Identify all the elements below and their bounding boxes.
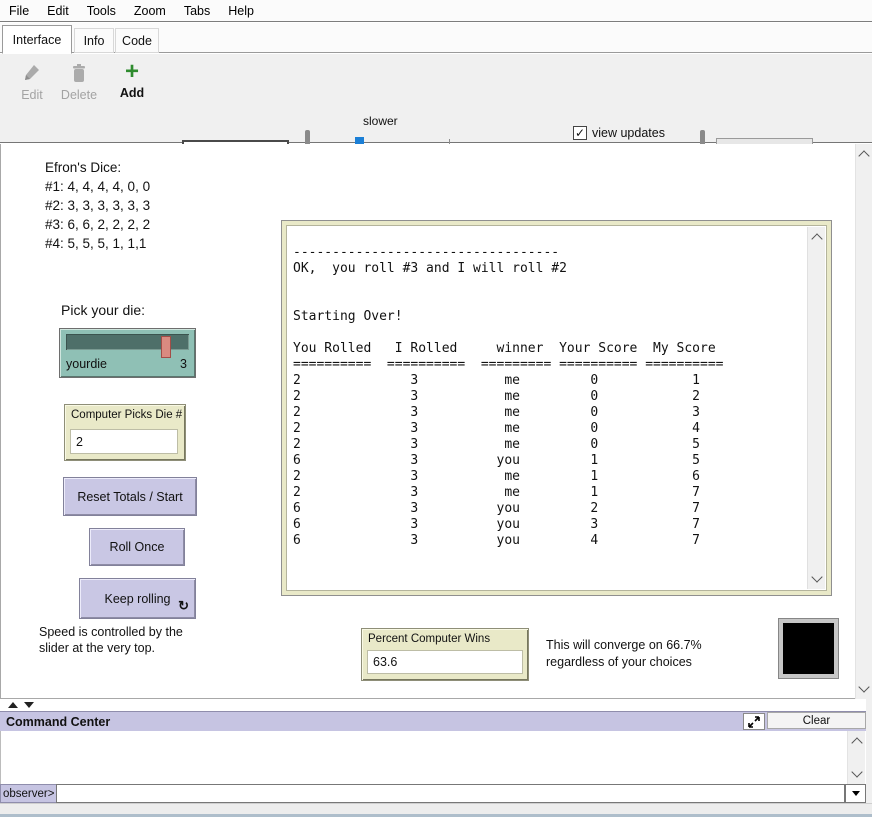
menu-tabs[interactable]: Tabs (175, 2, 219, 20)
tab-interface[interactable]: Interface (2, 25, 72, 54)
command-history-button[interactable] (845, 784, 866, 803)
computer-picks-die-value: 2 (70, 429, 178, 454)
triangle-up-icon[interactable] (8, 702, 18, 708)
yourdie-slider[interactable]: yourdie 3 (59, 328, 196, 378)
interface-canvas: Efron's Dice: #1: 4, 4, 4, 4, 0, 0 #2: 3… (0, 144, 872, 699)
scroll-up-icon[interactable] (858, 150, 869, 161)
output-text: ---------------------------------- OK, y… (293, 229, 804, 588)
tab-code[interactable]: Code (115, 28, 159, 53)
speed-note: Speed is controlled by the slider at the… (39, 624, 183, 656)
expand-button[interactable] (743, 713, 765, 730)
speed-slider-label: slower (363, 114, 398, 128)
forever-icon: ↻ (178, 598, 189, 614)
view-updates-control: ✓ view updates (573, 126, 665, 140)
yourdie-slider-value: 3 (180, 357, 187, 371)
dice-note: Efron's Dice: #1: 4, 4, 4, 4, 0, 0 #2: 3… (45, 158, 150, 253)
pick-your-die-label: Pick your die: (61, 302, 145, 318)
menu-tools[interactable]: Tools (78, 2, 125, 20)
reset-totals-button[interactable]: Reset Totals / Start (63, 477, 197, 516)
computer-picks-die-monitor: Computer Picks Die # 2 (64, 404, 186, 461)
triangle-down-icon (852, 791, 860, 796)
triangle-down-icon[interactable] (24, 702, 34, 708)
right-gutter (866, 699, 872, 803)
plus-icon: + (125, 61, 139, 83)
scroll-up-icon[interactable] (851, 737, 862, 748)
view-updates-label: view updates (592, 126, 665, 140)
pencil-icon (22, 63, 42, 85)
menu-help[interactable]: Help (219, 2, 263, 20)
yourdie-slider-handle[interactable] (161, 336, 171, 358)
observer-prompt: observer> (0, 784, 56, 803)
roll-once-button[interactable]: Roll Once (89, 528, 185, 566)
scroll-down-icon[interactable] (811, 571, 822, 582)
trash-icon (70, 63, 88, 85)
edit-button[interactable]: Edit (12, 63, 52, 102)
scroll-down-icon[interactable] (851, 766, 862, 777)
menu-edit[interactable]: Edit (38, 2, 78, 20)
command-center-title: Command Center (0, 715, 110, 729)
yourdie-slider-name: yourdie (66, 357, 107, 371)
menu-zoom[interactable]: Zoom (125, 2, 175, 20)
toolbar: Edit Delete + Add *abc Button slower tic… (0, 54, 872, 143)
world-view-canvas (783, 623, 834, 674)
command-center-scrollbar[interactable] (847, 731, 865, 784)
tab-bar: Interface Info Code (0, 23, 872, 53)
diagonal-arrows-icon (748, 716, 760, 728)
yourdie-slider-track[interactable] (66, 334, 189, 350)
output-widget: ---------------------------------- OK, y… (281, 220, 832, 596)
converge-note: This will converge on 66.7% regardless o… (546, 637, 702, 671)
delete-button[interactable]: Delete (56, 63, 102, 102)
command-center-output (0, 731, 866, 784)
percent-computer-wins-value: 63.6 (367, 650, 523, 674)
scroll-up-icon[interactable] (811, 233, 822, 244)
command-center-header: Command Center Clear (0, 711, 866, 731)
world-view[interactable] (778, 618, 839, 679)
menu-bar: File Edit Tools Zoom Tabs Help (0, 0, 872, 22)
menu-file[interactable]: File (0, 2, 38, 20)
tab-info[interactable]: Info (74, 28, 114, 53)
command-input[interactable] (56, 784, 845, 803)
command-center-input-row: observer> (0, 784, 866, 803)
main-scrollbar[interactable] (855, 144, 872, 699)
window-bottom-edge (0, 803, 872, 817)
keep-rolling-button[interactable]: Keep rolling ↻ (79, 578, 196, 619)
output-scrollbar[interactable] (807, 227, 825, 589)
scroll-down-icon[interactable] (858, 681, 869, 692)
view-updates-checkbox[interactable]: ✓ (573, 126, 587, 140)
netlogo-window: File Edit Tools Zoom Tabs Help Interface… (0, 0, 872, 817)
add-button[interactable]: + Add (112, 61, 152, 100)
percent-computer-wins-monitor: Percent Computer Wins 63.6 (361, 628, 529, 681)
clear-button[interactable]: Clear (767, 712, 866, 729)
command-center-resize-handle[interactable] (8, 702, 34, 708)
